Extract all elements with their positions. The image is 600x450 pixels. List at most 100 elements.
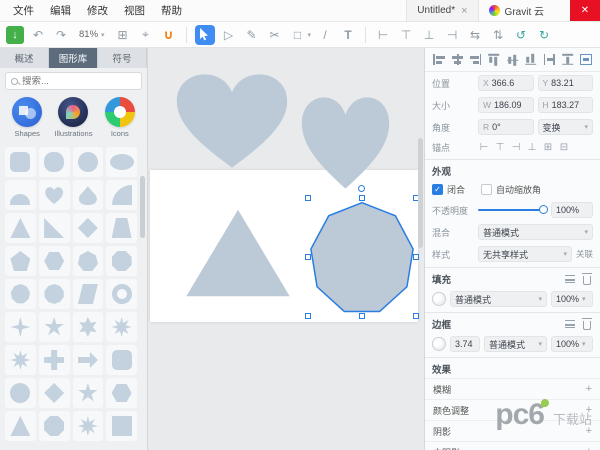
selection-handle-bm[interactable]: [359, 313, 365, 319]
closed-checkbox[interactable]: ✓: [432, 184, 443, 195]
align-bottom-icon[interactable]: ⊥: [420, 26, 438, 44]
add-effect-icon[interactable]: +: [586, 446, 592, 450]
selected-object-nonagon[interactable]: [305, 185, 419, 319]
document-tab-close-icon[interactable]: ×: [461, 5, 467, 17]
save-icon[interactable]: ↓: [6, 25, 24, 44]
align-top-icon[interactable]: ⊤: [397, 26, 415, 44]
border-section-header[interactable]: 边框: [425, 312, 600, 333]
fill-delete-icon[interactable]: [581, 273, 593, 285]
anchor-center-icon[interactable]: ⊞: [542, 142, 554, 154]
category-shapes[interactable]: Shapes: [5, 97, 49, 138]
rotation-field[interactable]: R 0°: [478, 119, 534, 135]
shape-thumb-heart[interactable]: [38, 180, 70, 210]
canvas-object-heart-small[interactable]: [298, 93, 393, 193]
window-close-button[interactable]: ✕: [570, 0, 600, 21]
selection-handle-tm[interactable]: [359, 195, 365, 201]
y-field[interactable]: Y 83.21: [537, 75, 593, 91]
shape-thumb-octagon[interactable]: [106, 246, 137, 276]
shape-thumb-decagon[interactable]: [38, 279, 70, 309]
shape-thumb-ellipse[interactable]: [106, 147, 137, 177]
fill-color-swatch[interactable]: [432, 292, 446, 306]
tab-overview[interactable]: 概述: [0, 48, 49, 68]
menu-help[interactable]: 帮助: [154, 1, 189, 20]
canvas-object-heart-large[interactable]: [172, 70, 292, 172]
zoom-dropdown[interactable]: 81% ▾: [75, 27, 109, 42]
shape-thumb-cross[interactable]: [38, 345, 70, 375]
canvas[interactable]: [148, 48, 424, 450]
snap-target-icon[interactable]: ⌖: [137, 26, 155, 44]
shape-thumb-star-5b[interactable]: [72, 378, 104, 408]
shape-thumb-arrow[interactable]: [72, 345, 104, 375]
shared-style-dropdown[interactable]: 无共享样式 ▾: [478, 246, 572, 262]
knife-tool-button[interactable]: ✂: [266, 26, 284, 44]
shape-thumb-ring[interactable]: [106, 279, 137, 309]
library-search[interactable]: [5, 72, 142, 90]
fill-opacity-field[interactable]: 100% ▾: [551, 291, 593, 307]
add-effect-icon[interactable]: +: [586, 383, 592, 395]
shape-tool-button[interactable]: □ ▾: [289, 26, 311, 44]
shape-thumb-star-8b[interactable]: [72, 411, 104, 441]
shape-thumb-star-6[interactable]: [72, 312, 104, 342]
fill-blend-dropdown[interactable]: 普通模式 ▾: [450, 291, 547, 307]
flip-horizontal-icon[interactable]: ⇆: [466, 26, 484, 44]
auto-corner-checkbox[interactable]: [481, 184, 493, 195]
shape-thumb-diamond[interactable]: [72, 213, 104, 243]
appearance-section-header[interactable]: 外观: [425, 159, 600, 180]
shape-thumb-burst-8[interactable]: [5, 345, 36, 375]
menu-edit[interactable]: 编辑: [43, 1, 78, 20]
line-tool-button[interactable]: /: [316, 26, 334, 44]
border-blend-dropdown[interactable]: 普通模式 ▾: [484, 336, 547, 352]
text-tool-button[interactable]: T: [339, 26, 357, 44]
add-effect-icon[interactable]: +: [586, 404, 592, 416]
shape-thumb-circle[interactable]: [72, 147, 104, 177]
border-width-field[interactable]: 3.74: [450, 336, 480, 352]
canvas-object-triangle[interactable]: [183, 206, 293, 301]
shape-thumb-triangle[interactable]: [5, 213, 36, 243]
distribute-h-icon[interactable]: [543, 54, 555, 65]
search-input[interactable]: [22, 75, 136, 87]
opacity-slider-knob[interactable]: [539, 205, 548, 214]
shape-thumb-square-2[interactable]: [106, 411, 137, 441]
pointer-tool-button[interactable]: [194, 24, 215, 45]
fill-settings-icon[interactable]: [564, 273, 576, 285]
shape-thumb-hexagon-2[interactable]: [106, 378, 137, 408]
shape-thumb-teardrop[interactable]: [72, 180, 104, 210]
align-to-page-icon[interactable]: [580, 54, 593, 65]
align-hcenter-icon[interactable]: [451, 54, 464, 65]
shape-thumb-quarter-circle[interactable]: [106, 180, 137, 210]
add-effect-icon[interactable]: +: [586, 425, 592, 437]
border-settings-icon[interactable]: [564, 318, 576, 330]
border-delete-icon[interactable]: [581, 318, 593, 330]
gravit-cloud-tab[interactable]: Gravit 云: [479, 0, 554, 21]
selection-handle-tl[interactable]: [305, 195, 311, 201]
shape-thumb-right-triangle[interactable]: [38, 213, 70, 243]
canvas-scrollbar[interactable]: [418, 138, 423, 248]
fill-section-header[interactable]: 填充: [425, 267, 600, 288]
selection-handle-ml[interactable]: [305, 254, 311, 260]
category-icons[interactable]: Icons: [98, 97, 142, 138]
anchor-left-icon[interactable]: ⊢: [478, 142, 490, 154]
blend-mode-dropdown[interactable]: 普通模式 ▾: [478, 224, 593, 240]
style-link-button[interactable]: 关联: [576, 248, 593, 260]
pen-tool-button[interactable]: ✎: [243, 26, 261, 44]
shape-thumb-trapezoid[interactable]: [106, 213, 137, 243]
shape-thumb-nonagon[interactable]: [5, 279, 36, 309]
document-tab[interactable]: Untitled* ×: [406, 0, 479, 21]
shape-thumb-rounded-square[interactable]: [5, 147, 36, 177]
corner-radius-handle[interactable]: [358, 185, 365, 192]
menu-view[interactable]: 视图: [117, 1, 152, 20]
shape-thumb-pentagon[interactable]: [5, 246, 36, 276]
anchor-none-icon[interactable]: ⊟: [558, 142, 570, 154]
distribute-v-icon[interactable]: [562, 53, 574, 66]
shape-thumb-diamond-2[interactable]: [38, 378, 70, 408]
category-illustrations[interactable]: Illustrations: [51, 97, 95, 138]
library-scrollbar[interactable]: [140, 176, 145, 238]
align-right-icon[interactable]: ⊣: [443, 26, 461, 44]
shape-thumb-heptagon[interactable]: [72, 246, 104, 276]
anchor-bottom-icon[interactable]: ⊥: [526, 142, 538, 154]
flip-vertical-icon[interactable]: ⇅: [489, 26, 507, 44]
anchor-right-icon[interactable]: ⊣: [510, 142, 522, 154]
opacity-field[interactable]: 100%: [551, 202, 593, 218]
opacity-slider[interactable]: [478, 205, 548, 214]
shape-thumb-semicircle[interactable]: [5, 180, 36, 210]
